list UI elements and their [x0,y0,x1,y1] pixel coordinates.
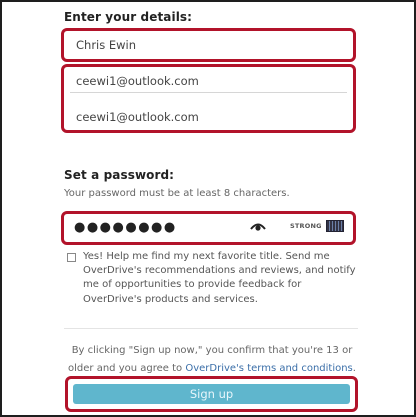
password-field[interactable]: ●●●●●●●● [74,220,177,235]
consent-text: Yes! Help me find my next favorite title… [83,251,356,305]
name-field[interactable]: Chris Ewin [70,33,347,56]
confirm-email-field[interactable]: ceewi1@outlook.com [70,105,347,128]
password-field-highlight: ●●●●●●●● STRONG [61,211,356,245]
signup-button[interactable]: Sign up [73,384,350,404]
password-helper-text: Your password must be at least 8 charact… [64,188,290,199]
eye-icon[interactable] [250,220,266,232]
password-strength-meter [326,220,344,232]
name-field-highlight: Chris Ewin [61,28,356,62]
password-strength-label: STRONG [290,222,322,230]
signup-button-highlight: Sign up [65,376,358,412]
signup-form: Enter your details: Chris Ewin ceewi1@ou… [0,0,416,417]
terms-link[interactable]: OverDrive's terms and conditions [185,363,352,374]
legal-text-after: . [352,362,356,374]
email-field[interactable]: ceewi1@outlook.com [70,70,347,93]
details-heading: Enter your details: [64,10,193,24]
password-heading: Set a password: [64,168,175,182]
legal-text: By clicking "Sign up now," you confirm t… [64,342,360,377]
consent-checkbox[interactable] [67,253,76,262]
email-fields-highlight: ceewi1@outlook.com ceewi1@outlook.com [61,64,356,133]
divider [64,328,358,329]
